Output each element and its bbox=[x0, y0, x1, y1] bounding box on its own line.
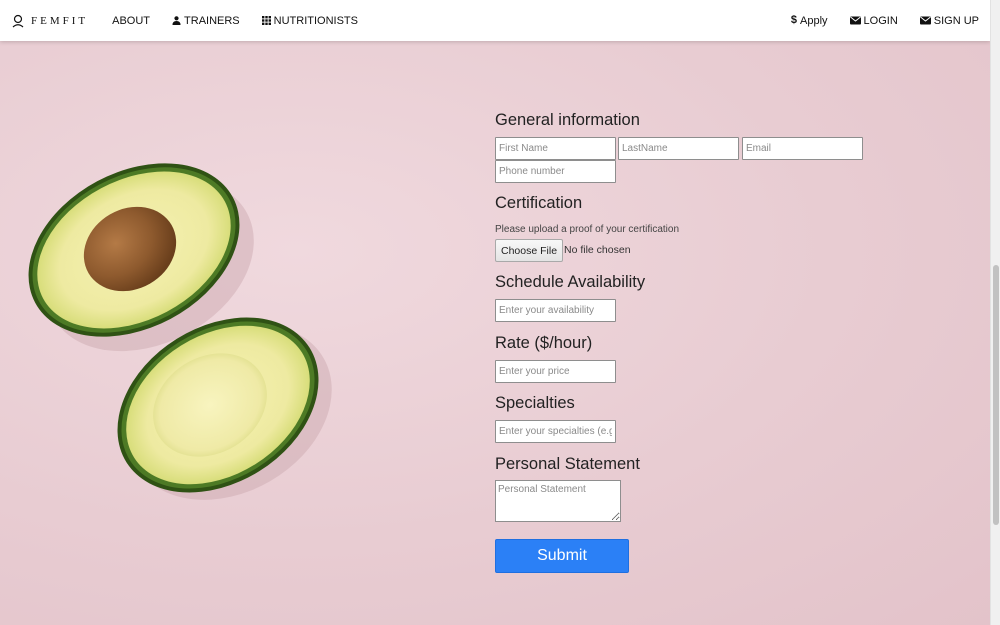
nav-nutritionists-label: NUTRITIONISTS bbox=[273, 14, 358, 27]
nav-trainers-label: TRAINERS bbox=[184, 14, 240, 27]
last-name-input[interactable] bbox=[618, 137, 739, 160]
first-name-input[interactable] bbox=[495, 137, 616, 160]
scrollbar-thumb[interactable] bbox=[993, 265, 999, 525]
nav-nutritionists[interactable]: NUTRITIONISTS bbox=[261, 14, 358, 27]
scrollbar[interactable] bbox=[990, 0, 1000, 625]
nav-about-label: ABOUT bbox=[112, 14, 151, 27]
nav-login[interactable]: LOGIN bbox=[849, 14, 898, 27]
top-navbar: FEMFIT ABOUT TRAINERS NUTRITIONISTS $ Ap… bbox=[0, 0, 990, 41]
schedule-heading: Schedule Availability bbox=[495, 273, 646, 291]
user-ring-icon bbox=[12, 14, 24, 27]
nav-apply[interactable]: $ Apply bbox=[791, 15, 828, 27]
submit-button[interactable]: Submit bbox=[495, 539, 629, 573]
nav-signup-label: SIGN UP bbox=[933, 14, 979, 27]
brand[interactable]: FEMFIT bbox=[12, 14, 88, 28]
general-information-heading: General information bbox=[495, 111, 640, 129]
availability-input[interactable] bbox=[495, 299, 616, 322]
specialties-input[interactable] bbox=[495, 420, 616, 443]
file-status: No file chosen bbox=[564, 244, 631, 256]
certification-heading: Certification bbox=[495, 194, 583, 212]
rate-heading: Rate ($/hour) bbox=[495, 334, 593, 352]
specialties-heading: Specialties bbox=[495, 394, 575, 412]
nav-apply-label: Apply bbox=[800, 14, 828, 27]
choose-file-button[interactable]: Choose File bbox=[495, 239, 564, 262]
grid-icon bbox=[261, 16, 271, 25]
email-input[interactable] bbox=[742, 137, 863, 160]
user-icon bbox=[172, 16, 181, 25]
personal-statement-textarea[interactable] bbox=[495, 480, 621, 522]
dollar-icon: $ bbox=[790, 14, 797, 26]
nav-left: ABOUT TRAINERS NUTRITIONISTS bbox=[112, 15, 380, 27]
personal-statement-heading: Personal Statement bbox=[495, 455, 640, 473]
brand-name: FEMFIT bbox=[31, 14, 89, 27]
phone-input[interactable] bbox=[495, 160, 616, 183]
nav-trainers[interactable]: TRAINERS bbox=[172, 15, 240, 27]
envelope-icon bbox=[919, 16, 931, 25]
nav-login-label: LOGIN bbox=[863, 14, 898, 27]
nav-about[interactable]: ABOUT bbox=[112, 15, 150, 27]
certification-helper: Please upload a proof of your certificat… bbox=[495, 224, 679, 235]
envelope-icon bbox=[849, 16, 861, 25]
nav-right: $ Apply LOGIN SIGN UP bbox=[769, 15, 979, 27]
nav-signup[interactable]: SIGN UP bbox=[919, 14, 979, 27]
avocado-image bbox=[28, 163, 332, 500]
rate-input[interactable] bbox=[495, 360, 616, 383]
